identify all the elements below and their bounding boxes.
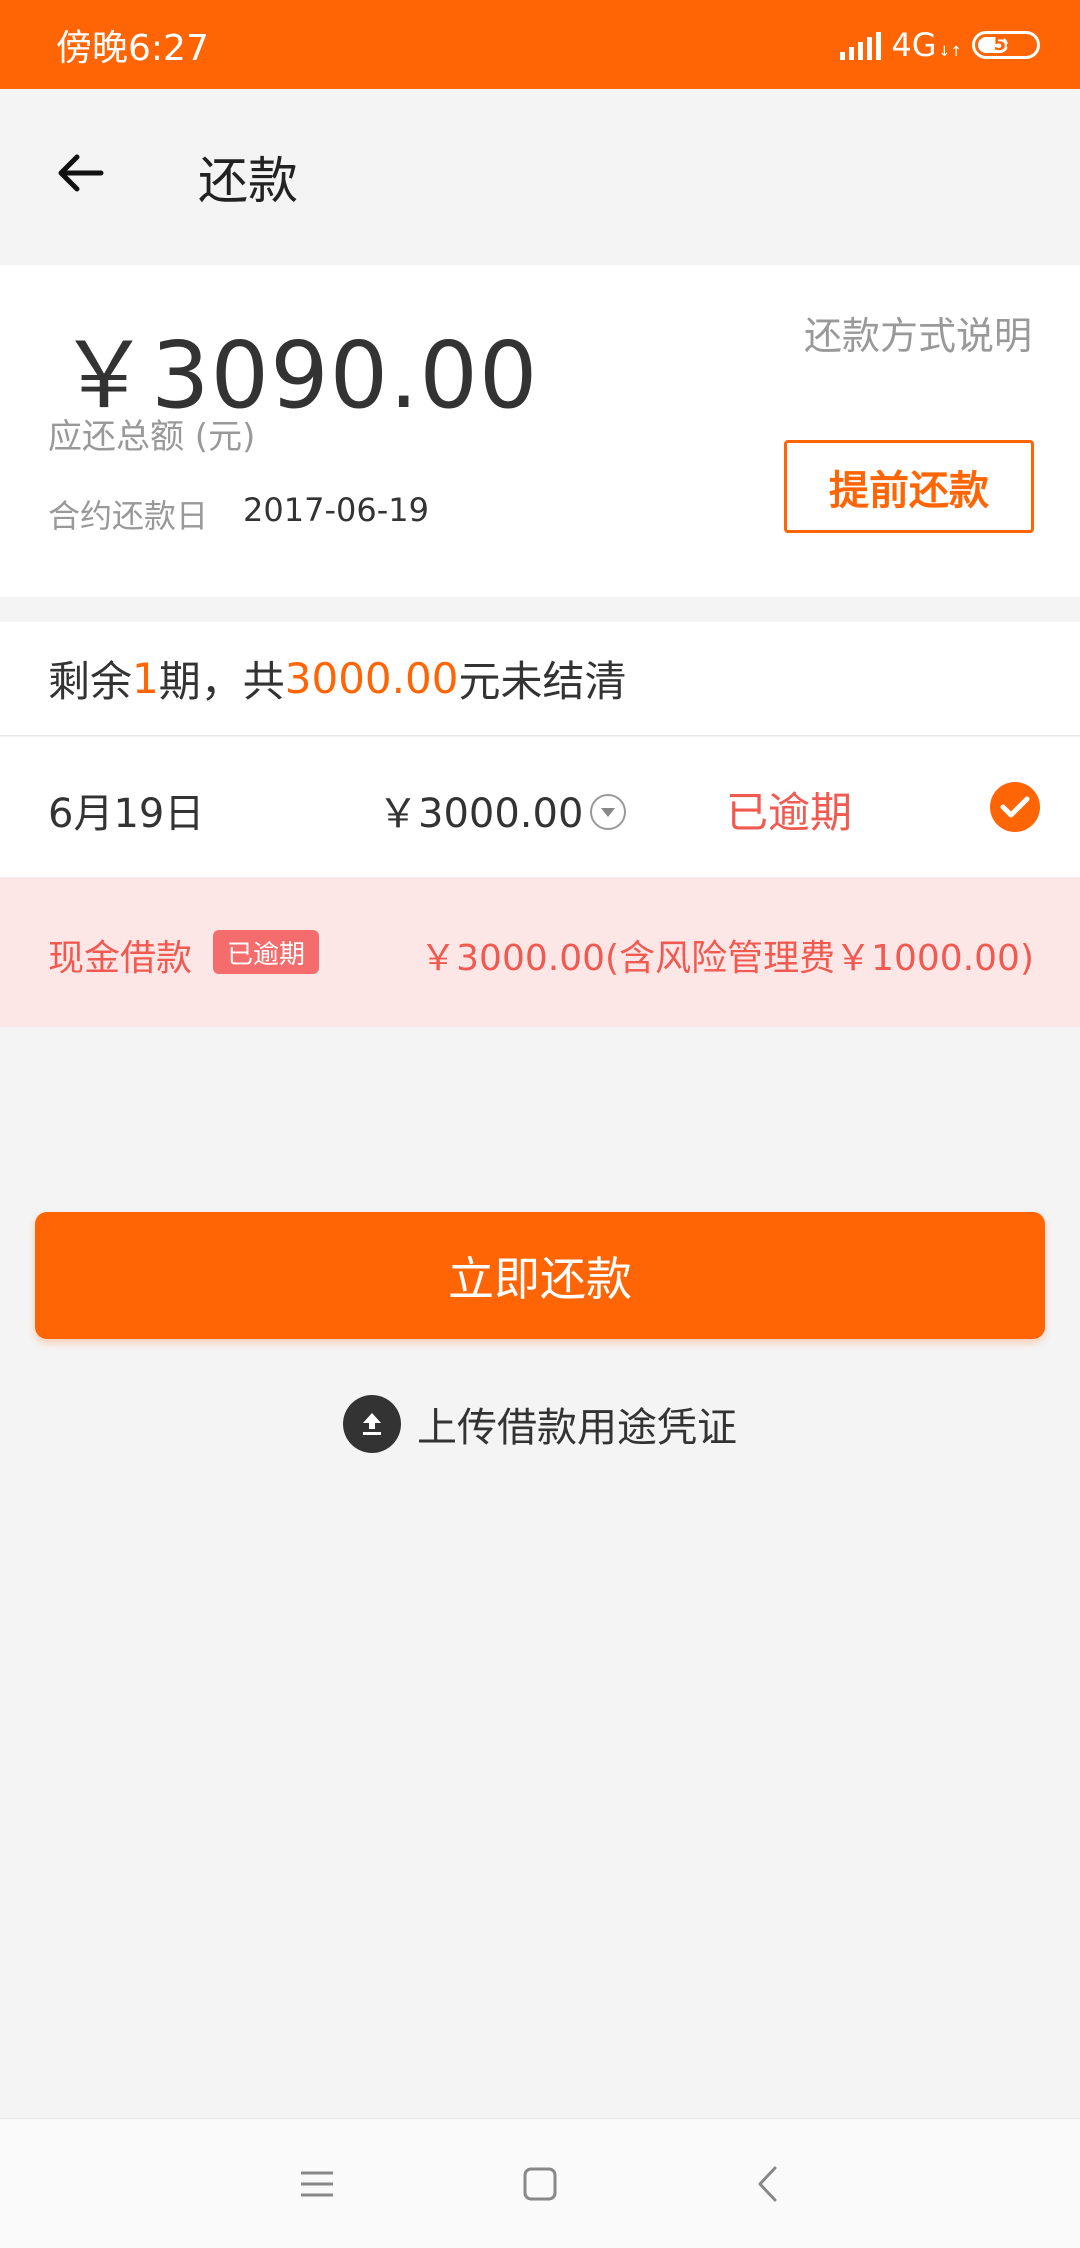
system-back-button[interactable] xyxy=(732,2149,802,2219)
due-date: 2017-06-19 xyxy=(243,491,429,529)
app-header: 还款 xyxy=(0,89,1080,265)
loan-detail: 现金借款 已逾期 ￥3000.00(含风险管理费￥1000.00) xyxy=(0,877,1080,1027)
upload-proof-link[interactable]: 上传借款用途凭证 xyxy=(0,1394,1080,1454)
loan-type: 现金借款 xyxy=(48,938,193,979)
overdue-badge: 已逾期 xyxy=(213,930,320,974)
status-bar: 傍晚6:27 4G ↓↑ 54 xyxy=(0,0,1080,89)
upload-arrow-glyph xyxy=(363,1413,381,1435)
signal-icon xyxy=(840,30,882,60)
remaining-periods: 1 xyxy=(132,654,159,703)
pay-now-button[interactable]: 立即还款 xyxy=(35,1212,1045,1339)
remaining-summary: 剩余 1 期，共 3000.00 元未结清 xyxy=(0,622,1080,736)
remaining-suffix: 元未结清 xyxy=(458,657,627,706)
menu-icon xyxy=(301,2171,333,2197)
checkmark-icon[interactable] xyxy=(990,782,1040,832)
page-title: 还款 xyxy=(198,152,298,210)
status-indicators: 4G ↓↑ 54 xyxy=(840,26,1040,64)
home-button[interactable] xyxy=(505,2149,575,2219)
installment-row[interactable]: 6月19日 ￥3000.00 已逾期 xyxy=(0,737,1080,877)
upload-icon xyxy=(343,1395,401,1453)
status-time: 傍晚6:27 xyxy=(56,27,209,69)
back-button[interactable] xyxy=(40,133,120,213)
upload-proof-text: 上传借款用途凭证 xyxy=(417,1405,737,1451)
installment-amount: ￥3000.00 xyxy=(378,791,584,837)
prepay-button[interactable]: 提前还款 xyxy=(784,440,1034,533)
installment-status: 已逾期 xyxy=(726,788,853,837)
installment-date: 6月19日 xyxy=(48,791,205,837)
loan-amount: ￥3000.00(含风险管理费￥1000.00) xyxy=(420,938,1034,979)
battery-text: 54 xyxy=(993,34,1019,55)
home-square-icon xyxy=(523,2167,557,2201)
remaining-amount: 3000.00 xyxy=(284,654,459,703)
check-glyph xyxy=(1000,796,1030,818)
chevron-left-icon xyxy=(758,2166,777,2202)
remaining-mid: 期，共 xyxy=(158,657,285,706)
summary-card: ￥3090.00 应还总额 (元) 合约还款日 2017-06-19 还款方式说… xyxy=(0,265,1080,597)
chevron-down-icon[interactable] xyxy=(590,794,626,830)
battery-icon: 54 xyxy=(972,30,1040,59)
arrow-left-icon xyxy=(58,154,104,192)
due-date-label: 合约还款日 xyxy=(48,497,209,535)
network-indicator: 4G ↓↑ xyxy=(891,25,962,64)
network-type: 4G xyxy=(891,25,937,64)
remaining-prefix: 剩余 xyxy=(48,657,133,706)
repayment-method-link[interactable]: 还款方式说明 xyxy=(804,305,1032,360)
menu-button[interactable] xyxy=(282,2149,352,2219)
total-amount-label: 应还总额 (元) xyxy=(48,417,256,457)
system-nav-bar xyxy=(0,2118,1080,2248)
